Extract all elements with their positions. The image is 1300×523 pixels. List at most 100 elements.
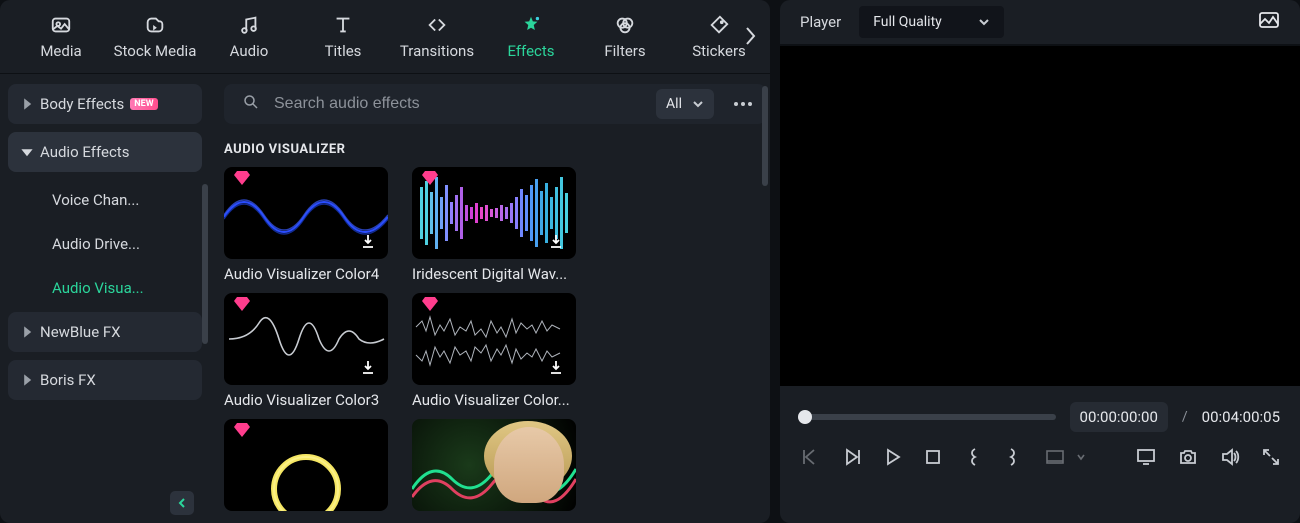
tab-label: Audio [230, 42, 269, 60]
fullscreen-button[interactable] [1262, 446, 1280, 468]
sidebar-body-effects[interactable]: Body Effects NEW [8, 84, 202, 124]
time-current: 00:00:00:00 [1070, 402, 1168, 432]
mark-out-button[interactable] [1004, 446, 1022, 468]
tab-label: Titles [325, 42, 362, 60]
caret-right-icon [20, 373, 34, 387]
effect-label: Iridescent Digital Wav... [412, 265, 576, 283]
tab-media[interactable]: Media [14, 7, 108, 67]
download-icon[interactable] [548, 233, 566, 251]
premium-gem-icon [234, 171, 252, 189]
sidebar-sub-audio-visualizer[interactable]: Audio Visua... [8, 268, 202, 308]
play-pause-button[interactable] [842, 446, 862, 468]
aspect-chevron-icon[interactable] [1070, 446, 1092, 468]
sidebar-label: Boris FX [40, 371, 96, 389]
titles-icon [332, 14, 354, 36]
time-total: 00:04:00:05 [1202, 408, 1280, 426]
filter-label: All [666, 96, 682, 112]
aspect-ratio-button[interactable] [1044, 446, 1066, 468]
filters-icon [614, 14, 636, 36]
effect-thumbnail [412, 293, 576, 385]
sidebar-label: Audio Effects [40, 143, 129, 161]
tab-label: Stock Media [114, 42, 197, 60]
more-options-button[interactable] [728, 89, 758, 119]
effect-card[interactable]: Audio Visualizer Color... [412, 293, 576, 409]
top-tabs: Media Stock Media Audio Titles Transitio… [0, 0, 770, 74]
effects-icon [520, 14, 542, 36]
tab-audio[interactable]: Audio [202, 7, 296, 67]
chevron-down-icon [692, 98, 704, 110]
search-icon [242, 93, 260, 115]
stop-button[interactable] [924, 446, 942, 468]
player-header: Player Full Quality [780, 0, 1300, 44]
caret-right-icon [20, 97, 34, 111]
quality-label: Full Quality [873, 14, 942, 30]
media-icon [50, 14, 72, 36]
premium-gem-icon [234, 423, 252, 441]
tab-label: Media [40, 42, 81, 60]
search-input[interactable] [274, 95, 642, 113]
effect-label: Audio Visualizer Color3 [224, 391, 388, 409]
tab-titles[interactable]: Titles [296, 7, 390, 67]
effects-sidebar: Body Effects NEW Audio Effects Voice Cha… [0, 74, 210, 523]
effect-thumbnail [224, 293, 388, 385]
transitions-icon [426, 14, 448, 36]
content-scrollbar[interactable] [762, 86, 768, 186]
display-button[interactable] [1136, 446, 1156, 468]
effect-thumbnail [412, 419, 576, 511]
tab-effects[interactable]: Effects [484, 7, 578, 67]
camera-button[interactable] [1178, 446, 1198, 468]
sidebar-audio-effects[interactable]: Audio Effects [8, 132, 202, 172]
sidebar-sub-voice-changer[interactable]: Voice Chan... [8, 180, 202, 220]
chevron-down-icon [978, 16, 990, 28]
effect-label: Audio Visualizer Color4 [224, 265, 388, 283]
premium-gem-icon [422, 171, 440, 189]
effect-card[interactable]: Audio Visualizer Color4 [224, 167, 388, 283]
effect-thumbnail [412, 167, 576, 259]
mark-in-button[interactable] [964, 446, 982, 468]
volume-button[interactable] [1220, 446, 1240, 468]
effects-toolbar: All [224, 84, 766, 124]
player-controls: 00:00:00:00 / 00:04:00:05 [780, 386, 1300, 523]
download-icon[interactable] [548, 359, 566, 377]
tab-filters[interactable]: Filters [578, 7, 672, 67]
tab-transitions[interactable]: Transitions [390, 7, 484, 67]
sidebar-boris-fx[interactable]: Boris FX [8, 360, 202, 400]
sidebar-label: NewBlue FX [40, 323, 121, 341]
caret-right-icon [20, 325, 34, 339]
stock-media-icon [144, 14, 166, 36]
audio-icon [238, 14, 260, 36]
prev-frame-button[interactable] [800, 446, 820, 468]
tab-label: Effects [507, 42, 554, 60]
effect-thumbnail [224, 419, 388, 511]
sidebar-newblue-fx[interactable]: NewBlue FX [8, 312, 202, 352]
effect-card[interactable] [224, 419, 388, 517]
effects-grid: Audio Visualizer Color4 Ir [224, 167, 766, 517]
tab-label: Filters [604, 42, 645, 60]
time-separator: / [1182, 409, 1188, 425]
download-icon[interactable] [360, 233, 378, 251]
snapshot-icon[interactable] [1258, 10, 1280, 34]
section-title: AUDIO VISUALIZER [224, 142, 766, 157]
tab-label: Transitions [400, 42, 474, 60]
sidebar-collapse-button[interactable] [170, 491, 194, 515]
filter-dropdown[interactable]: All [656, 89, 714, 119]
effect-card[interactable]: Iridescent Digital Wav... [412, 167, 576, 283]
more-tabs-arrow[interactable] [738, 22, 762, 50]
progress-handle[interactable] [798, 410, 812, 424]
caret-down-icon [20, 145, 34, 159]
premium-gem-icon [234, 297, 252, 315]
effect-card[interactable] [412, 419, 576, 517]
effect-card[interactable]: Audio Visualizer Color3 [224, 293, 388, 409]
sidebar-scrollbar[interactable] [202, 184, 208, 344]
download-icon[interactable] [360, 359, 378, 377]
effect-thumbnail [224, 167, 388, 259]
new-badge: NEW [130, 98, 157, 110]
player-title: Player [800, 13, 841, 31]
player-viewport[interactable] [780, 46, 1300, 386]
play-button[interactable] [884, 446, 902, 468]
sidebar-sub-audio-drive[interactable]: Audio Drive... [8, 224, 202, 264]
quality-dropdown[interactable]: Full Quality [859, 6, 1004, 38]
stickers-icon [708, 14, 730, 36]
progress-slider[interactable] [800, 414, 1056, 420]
tab-stock-media[interactable]: Stock Media [108, 7, 202, 67]
